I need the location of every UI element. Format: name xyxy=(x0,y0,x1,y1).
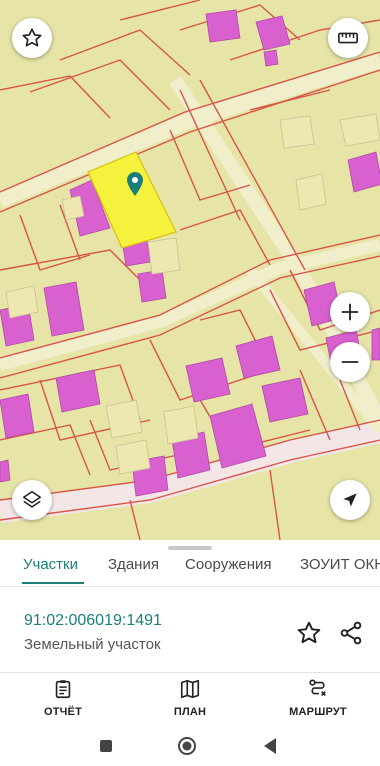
route-label: МАРШРУТ xyxy=(289,706,347,718)
star-outline-icon[interactable] xyxy=(296,620,322,646)
tab-buildings[interactable]: Здания xyxy=(108,556,159,573)
star-outline-icon xyxy=(22,28,42,47)
back-icon[interactable] xyxy=(262,737,278,755)
plan-label: ПЛАН xyxy=(173,706,207,718)
map-pin-icon[interactable] xyxy=(127,172,143,196)
clipboard-icon xyxy=(55,680,71,699)
bottom-sheet: Участки Здания Сооружения ЗОУИТ ОКН 91:0… xyxy=(0,540,380,766)
my-location-button[interactable] xyxy=(330,480,370,520)
ruler-button[interactable] xyxy=(328,18,368,58)
sheet-drag-handle[interactable] xyxy=(168,546,212,550)
favorite-button[interactable] xyxy=(12,18,52,58)
home-icon[interactable] xyxy=(177,736,197,756)
share-icon[interactable] xyxy=(338,620,364,646)
tabs-divider xyxy=(0,586,380,587)
report-button[interactable]: ОТЧЁТ xyxy=(13,678,113,718)
minus-icon xyxy=(341,361,359,363)
layers-button[interactable] xyxy=(12,480,52,520)
route-button[interactable]: МАРШРУТ xyxy=(268,678,368,718)
layers-icon xyxy=(22,490,42,508)
ruler-icon xyxy=(338,32,358,44)
parcel-type-label: Земельный участок xyxy=(24,636,161,653)
plan-button[interactable]: ПЛАН xyxy=(140,678,240,718)
tab-zouit-okn[interactable]: ЗОУИТ ОКН xyxy=(300,556,380,573)
map-canvas[interactable] xyxy=(0,0,380,540)
content-divider xyxy=(0,672,380,673)
map-icon xyxy=(180,679,200,699)
navigation-arrow-icon xyxy=(343,493,357,507)
tab-plots[interactable]: Участки xyxy=(23,556,78,573)
category-tabs: Участки Здания Сооружения ЗОУИТ ОКН xyxy=(0,552,380,586)
report-label: ОТЧЁТ xyxy=(43,706,83,718)
cadastral-map[interactable] xyxy=(0,0,380,540)
active-tab-indicator xyxy=(22,582,84,584)
plus-icon xyxy=(341,303,359,321)
system-navigation-bar xyxy=(0,726,380,766)
zoom-out-button[interactable] xyxy=(330,342,370,382)
tab-structures[interactable]: Сооружения xyxy=(185,556,272,573)
zoom-in-button[interactable] xyxy=(330,292,370,332)
cadastral-number[interactable]: 91:02:006019:1491 xyxy=(24,612,162,630)
recent-apps-icon[interactable] xyxy=(98,738,114,754)
route-icon xyxy=(309,679,326,697)
